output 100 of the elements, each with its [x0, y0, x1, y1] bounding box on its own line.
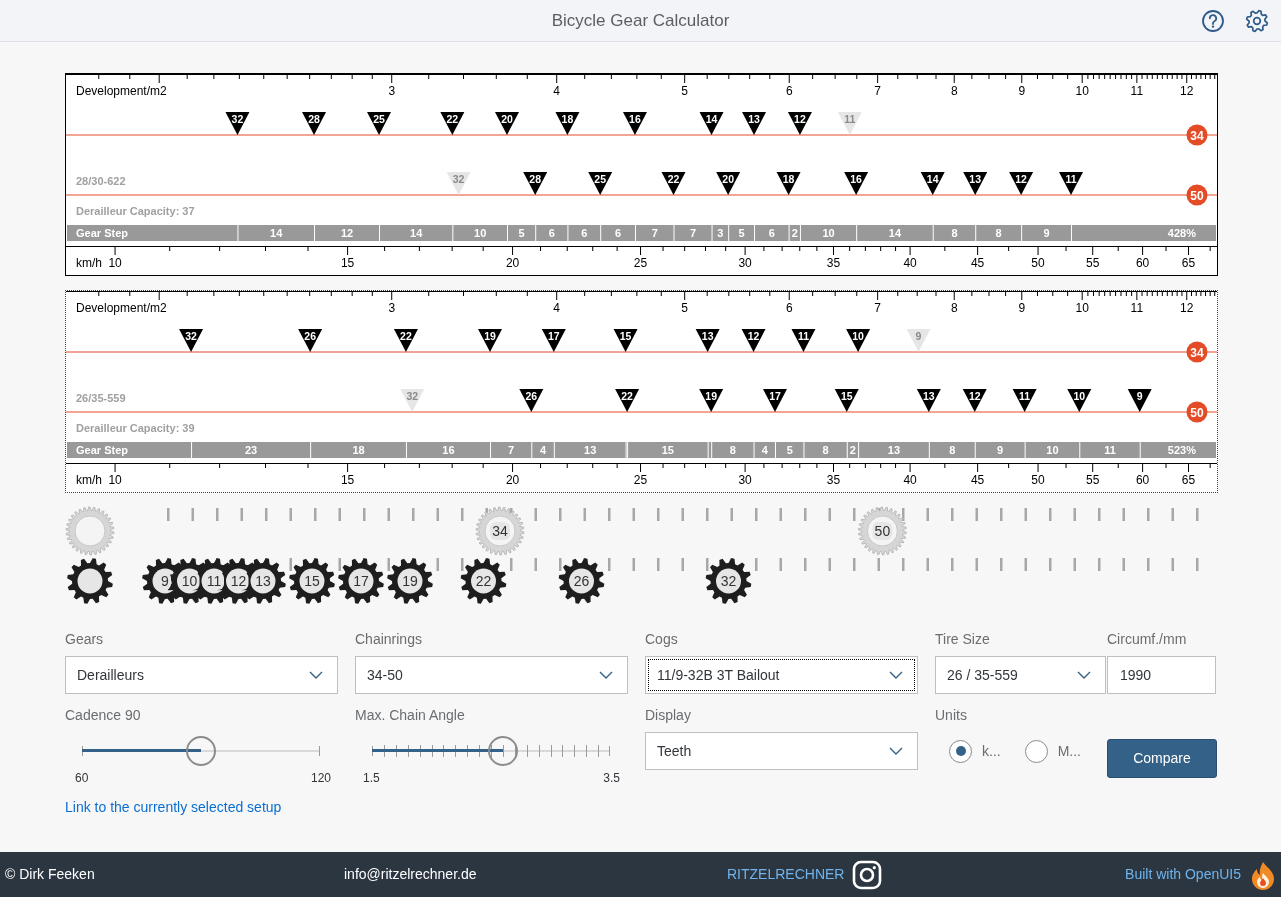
cog-marker[interactable]: 12: [741, 329, 766, 352]
cog-marker[interactable]: 15: [613, 329, 638, 352]
cog-marker[interactable]: 18: [776, 172, 801, 195]
dropdown[interactable]: Teeth: [645, 732, 918, 770]
cog-marker[interactable]: 18: [555, 112, 580, 135]
social-link[interactable]: RITZELRECHNER: [727, 864, 845, 885]
cog-marker[interactable]: 12: [962, 389, 987, 412]
cog-marker[interactable]: 17: [763, 389, 787, 412]
cog-marker[interactable]: 15: [834, 389, 859, 412]
gear-step-cell: 8: [933, 225, 976, 241]
dropdown[interactable]: 34-50: [355, 656, 628, 694]
radio-button[interactable]: [1024, 739, 1048, 763]
tick-label: 65: [1181, 473, 1196, 487]
slider[interactable]: [372, 736, 610, 766]
cog-marker[interactable]: 32: [225, 112, 250, 135]
chevron-icon: [1077, 671, 1091, 679]
gear-step-cell: 18: [311, 442, 406, 458]
cog-marker[interactable]: 10: [1067, 389, 1092, 412]
settings-icon[interactable]: [1245, 8, 1269, 33]
cog-marker[interactable]: 32: [179, 329, 204, 352]
gear-step-cell: 7: [674, 225, 712, 241]
chevron-icon: [309, 671, 323, 679]
tick-label: 5: [681, 84, 688, 98]
cog-marker[interactable]: 11: [1059, 172, 1083, 195]
chevron-icon: [889, 747, 903, 755]
cog-marker[interactable]: 17: [541, 329, 566, 352]
help-icon[interactable]: [1201, 8, 1225, 33]
cog-marker[interactable]: 11: [791, 329, 816, 352]
email-link[interactable]: info@ritzelrechner.de: [344, 866, 477, 882]
tire-label: 28/30-622: [76, 175, 126, 187]
tire-label: 26/35-559: [76, 392, 126, 404]
cog-marker[interactable]: 22: [615, 389, 640, 412]
tick-label: 11: [1130, 301, 1144, 315]
cog-marker[interactable]: 28: [523, 172, 548, 195]
cog-marker[interactable]: 13: [695, 329, 720, 352]
cog-marker[interactable]: 12: [1009, 172, 1034, 195]
cog-marker[interactable]: 12: [787, 112, 812, 135]
gear-step-cell: 15: [628, 442, 708, 458]
tick-label: 40: [903, 473, 917, 487]
cog-marker[interactable]: 25: [588, 172, 613, 195]
cog-marker[interactable]: 19: [478, 329, 502, 352]
radio-option[interactable]: k...: [949, 739, 1001, 763]
cog-marker[interactable]: 16: [844, 172, 869, 195]
chainring-teeth: 34: [490, 522, 510, 540]
chevron-icon: [599, 671, 613, 679]
setup-link[interactable]: Link to the currently selected setup: [65, 799, 355, 816]
cog-marker[interactable]: 9: [1127, 389, 1152, 412]
tick-label: 10: [108, 473, 122, 487]
radio-option[interactable]: M...: [1024, 739, 1081, 763]
slider-handle[interactable]: [487, 736, 518, 766]
tick-label: 9: [1018, 84, 1026, 98]
gear-step-cell: 5: [776, 442, 804, 458]
slider-max-label: 3.5: [603, 770, 620, 787]
compare-button[interactable]: Compare: [1107, 739, 1217, 778]
cog-marker[interactable]: 20: [716, 172, 741, 195]
gear-chart-panel[interactable]: [65, 73, 1218, 276]
cog-marker[interactable]: 13: [742, 112, 767, 135]
cog-marker[interactable]: 20: [495, 112, 519, 135]
cog-marker[interactable]: 10: [846, 329, 871, 352]
chainring-teeth: 50: [872, 522, 893, 540]
dropdown[interactable]: 11/9-32B 3T Bailout: [645, 656, 918, 694]
field-label: Cadence 90: [65, 707, 142, 724]
openui5-link[interactable]: Built with OpenUI5: [1125, 864, 1241, 885]
chainring-badge: 34: [1186, 124, 1208, 146]
slider-handle[interactable]: [186, 736, 216, 766]
cog-marker[interactable]: 13: [963, 172, 988, 195]
cog-marker[interactable]: 22: [661, 172, 686, 195]
cog-marker[interactable]: 11: [1012, 389, 1037, 412]
dropdown[interactable]: Derailleurs: [65, 656, 338, 694]
tick-label: 65: [1181, 256, 1196, 270]
cog-marker[interactable]: 22: [440, 112, 465, 135]
gear-step-cell: 2: [789, 225, 800, 241]
gear-step-cell: 3: [712, 225, 729, 241]
cog-marker[interactable]: 25: [367, 112, 392, 135]
gear-step-cell: 9: [975, 442, 1025, 458]
cog-marker[interactable]: 13: [916, 389, 941, 412]
cog-marker[interactable]: 26: [298, 329, 323, 352]
tick-label: 10: [1075, 84, 1089, 98]
tick-label: 25: [633, 473, 648, 487]
tick-label: 6: [785, 301, 793, 315]
tick-label: 4: [553, 301, 561, 315]
gear-chart-panel[interactable]: [65, 290, 1218, 493]
cog-marker[interactable]: 22: [393, 329, 418, 352]
instagram-icon[interactable]: [852, 859, 883, 890]
cog-marker[interactable]: 14: [699, 112, 724, 135]
cog-marker[interactable]: 26: [519, 389, 544, 412]
tick-label: 15: [340, 473, 355, 487]
gear-step-title: Gear Step: [67, 442, 192, 458]
radio-button[interactable]: [949, 739, 972, 763]
tick-label: 50: [1031, 256, 1045, 270]
cog-marker[interactable]: 28: [302, 112, 327, 135]
chainring-badge: 34: [1186, 341, 1208, 363]
gear-step-cell: 10: [1025, 442, 1080, 458]
slider[interactable]: [82, 736, 320, 766]
tick-label: 55: [1086, 473, 1100, 487]
cog-marker[interactable]: 14: [920, 172, 945, 195]
input-field[interactable]: 1990: [1107, 656, 1216, 694]
cog-marker[interactable]: 19: [699, 389, 724, 412]
dropdown[interactable]: 26 / 35-559: [935, 656, 1106, 694]
cog-marker[interactable]: 16: [622, 112, 647, 135]
